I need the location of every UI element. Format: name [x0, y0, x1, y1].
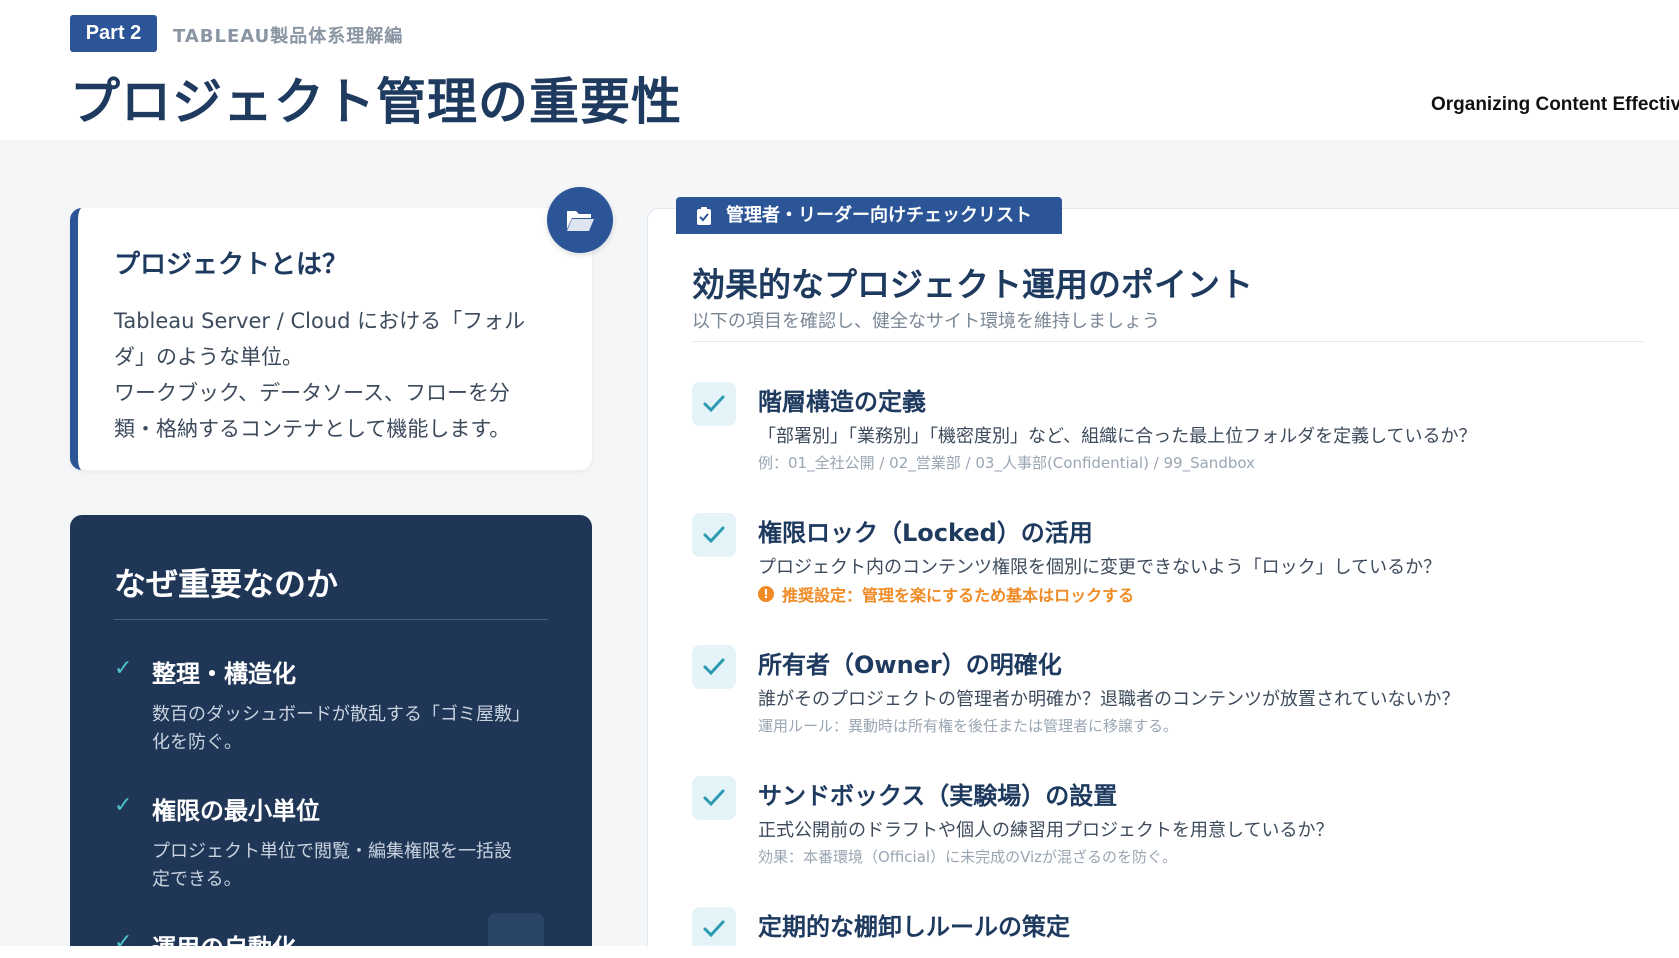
checklist-item-text: 正式公開前のドラフトや個人の練習用プロジェクトを用意しているか？ — [758, 820, 1334, 841]
checklist-title: 効果的なプロジェクト運用のポイント — [692, 265, 1253, 304]
checkbox-checked-icon — [692, 776, 736, 820]
why-item-text: プロジェクト単位で閲覧・編集権限を一括設 定できる。 — [152, 838, 548, 894]
warning-text: 推奨設定：管理を楽にするため基本はロックする — [782, 586, 1135, 605]
why-item-line: 化を防ぐ。 — [152, 732, 242, 753]
folder-open-icon — [547, 187, 613, 253]
clipboard-icon — [697, 206, 711, 225]
english-subtitle: Organizing Content Effectivel — [1430, 94, 1679, 115]
checklist-item-title: 階層構造の定義 — [758, 388, 926, 416]
divider — [692, 341, 1644, 342]
checkbox-checked-icon — [692, 645, 736, 689]
why-item: ✓ 整理・構造化 数百のダッシュボードが散乱する「ゴミ屋敷」 化を防ぐ。 — [114, 654, 548, 757]
what-line: ワークブック、データソース、フローを分 — [114, 381, 511, 405]
what-card-text: Tableau Server / Cloud における「フォル ダ」のような単位… — [114, 303, 556, 447]
why-item-line: 数百のダッシュボードが散乱する「ゴミ屋敷」 — [152, 704, 530, 725]
checklist-item-title: サンドボックス（実験場）の設置 — [758, 782, 1118, 810]
what-line: ダ」のような単位。 — [114, 345, 303, 369]
part-badge: Part 2 — [70, 15, 157, 52]
bottom-edge — [0, 946, 1679, 958]
section-label: TABLEAU製品体系理解編 — [173, 26, 404, 47]
what-line: Tableau Server / Cloud における「フォル — [114, 309, 526, 333]
checklist-item-title: 定期的な棚卸しルールの策定 — [758, 913, 1070, 941]
checkbox-checked-icon — [692, 907, 736, 951]
recommendation-warning: ! 推奨設定：管理を楽にするため基本はロックする — [758, 582, 1134, 606]
why-item-title: 整理・構造化 — [152, 660, 296, 688]
what-line: 類・格納するコンテナとして機能します。 — [114, 417, 511, 441]
exclamation-icon: ! — [758, 586, 774, 602]
why-item-text: 数百のダッシュボードが散乱する「ゴミ屋敷」 化を防ぐ。 — [152, 701, 548, 757]
checklist-item-title: 権限ロック（Locked）の活用 — [758, 519, 1093, 547]
header: Part 2 TABLEAU製品体系理解編 プロジェクト管理の重要性 Organ… — [0, 0, 1679, 140]
why-item-title: 権限の最小単位 — [152, 797, 320, 825]
check-icon: ✓ — [114, 793, 133, 818]
why-card-title: なぜ重要なのか — [114, 559, 548, 620]
why-item-line: プロジェクト単位で閲覧・編集権限を一括設 — [152, 841, 512, 862]
checklist-tab: 管理者・リーダー向けチェックリスト — [676, 197, 1062, 234]
checklist-item-note: 運用ルール：異動時は所有権を後任または管理者に移譲する。 — [758, 717, 1179, 735]
check-icon: ✓ — [114, 656, 133, 681]
checklist-item-title: 所有者（Owner）の明確化 — [758, 651, 1062, 679]
checklist-item-text: 「部署別」「業務別」「機密度別」など、組織に合った最上位フォルダを定義しているか… — [758, 426, 1477, 447]
what-card-title: プロジェクトとは？ — [114, 250, 349, 280]
checklist-tab-label: 管理者・リーダー向けチェックリスト — [726, 205, 1032, 226]
why-item: ✓ 権限の最小単位 プロジェクト単位で閲覧・編集権限を一括設 定できる。 — [114, 791, 548, 894]
checklist-item-text: プロジェクト内のコンテンツ権限を個別に変更できないよう「ロック」しているか？ — [758, 557, 1442, 578]
checkbox-checked-icon — [692, 513, 736, 557]
why-item-line: 定できる。 — [152, 869, 242, 890]
page-title: プロジェクト管理の重要性 — [70, 73, 682, 131]
checklist-description: 以下の項目を確認し、健全なサイト環境を維持しましょう — [692, 311, 1160, 332]
what-is-project-card: プロジェクトとは？ Tableau Server / Cloud における「フォ… — [70, 208, 592, 470]
checklist-item-note: 効果：本番環境（Official）に未完成のVizが混ざるのを防ぐ。 — [758, 848, 1178, 866]
checkbox-checked-icon — [692, 382, 736, 426]
checklist-item-text: 誰がそのプロジェクトの管理者か明確か？退職者のコンテンツが放置されていないか？ — [758, 689, 1460, 710]
checklist-item-note: 例：01_全社公開 / 02_営業部 / 03_人事部(Confidential… — [758, 454, 1255, 472]
why-important-card: なぜ重要なのか ✓ 整理・構造化 数百のダッシュボードが散乱する「ゴミ屋敷」 化… — [70, 515, 592, 958]
